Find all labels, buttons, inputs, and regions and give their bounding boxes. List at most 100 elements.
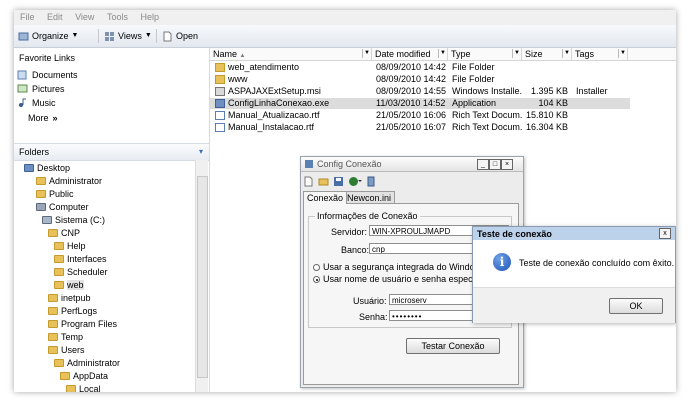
tree-item[interactable]: PerfLogs [48,305,97,317]
tree-item[interactable]: Help [54,240,86,252]
tree-item[interactable]: web [54,279,84,291]
favorite-pictures[interactable]: Pictures [17,82,65,95]
folder-icon [48,307,58,315]
file-row[interactable]: www 08/09/2010 14:42 File Folder [210,74,630,85]
tree-item[interactable]: Desktop [24,162,70,174]
favorites-more-link[interactable]: More » [28,111,58,124]
file-date: 21/05/2010 16:07 [376,122,447,132]
tree-item[interactable]: Computer [36,201,89,213]
file-date: 21/05/2010 16:06 [376,110,447,120]
tree-item[interactable]: Administrator [54,357,120,369]
tree-item[interactable]: Public [36,188,74,200]
computer-icon [36,203,46,211]
column-name[interactable]: Name ▲ ▼ [210,48,372,60]
scrollbar-thumb[interactable] [197,176,208,378]
ok-button[interactable]: OK [609,298,663,314]
tree-item[interactable]: CNP [48,227,80,239]
explorer-window: File Edit View Tools Help Organize ▼ Vie… [14,10,676,392]
tree-item[interactable]: inetpub [48,292,91,304]
close-button[interactable]: x [659,228,671,239]
menu-file[interactable]: File [20,10,35,25]
chevron-down-icon[interactable]: ▼ [512,49,521,58]
open-folder-icon[interactable] [318,176,329,187]
tree-item[interactable]: Temp [48,331,83,343]
file-size: 1.395 KB [530,86,568,96]
folder-icon [215,75,225,84]
tree-item-label: Administrator [49,176,103,186]
column-header-row: Name ▲ ▼ Date modified ▼ Type ▼ Size ▼ Tags ▼ [210,48,676,61]
views-button[interactable]: Views ▼ [104,29,152,43]
document-icon [215,123,225,132]
minimize-button[interactable]: _ [477,159,489,170]
tree-item[interactable]: Program Files [48,318,117,330]
file-name: web_atendimento [228,62,300,72]
column-type-label: Type [451,49,471,59]
tab-conexao[interactable]: Conexão [303,191,348,204]
exit-icon[interactable] [366,176,377,187]
menu-edit[interactable]: Edit [47,10,63,25]
user-password-radio[interactable] [313,276,320,283]
file-row[interactable]: Manual_Atualizacao.rtf 21/05/2010 16:06 Ri… [210,110,630,121]
tree-item[interactable]: Scheduler [54,266,108,278]
globe-icon[interactable] [348,176,362,187]
new-file-icon[interactable] [303,176,314,187]
folder-icon [54,268,64,276]
open-button[interactable]: Open [162,29,198,43]
maximize-button[interactable]: □ [489,159,501,170]
column-tags[interactable]: Tags ▼ [572,48,628,60]
tree-item[interactable]: Local [66,383,101,392]
favorite-documents[interactable]: Documents [17,68,78,81]
menu-help[interactable]: Help [140,10,159,25]
folder-icon [60,372,70,380]
info-icon: i [493,253,511,271]
folder-icon [48,333,58,341]
favorite-label: Pictures [32,83,65,94]
tree-item-label: Interfaces [67,254,107,264]
organize-button[interactable]: Organize ▼ [18,29,78,43]
chevron-down-icon[interactable]: ▼ [562,49,571,58]
column-tags-label: Tags [575,49,595,59]
tree-item-label: Temp [61,332,84,342]
chevron-down-icon[interactable]: ▼ [618,49,627,58]
save-icon[interactable] [333,176,344,187]
file-name: ASPAJAXExtSetup.msi [228,86,321,96]
tree-item[interactable]: Users [48,344,85,356]
tree-item-label: CNP [61,228,81,238]
test-connection-button[interactable]: Testar Conexão [406,338,500,354]
integrated-security-radio[interactable] [313,264,320,271]
tree-scrollbar[interactable] [195,160,208,392]
application-icon [215,99,225,108]
dialog-title-bar[interactable]: Config Conexão _ □ × [301,157,523,172]
group-title: Informações de Conexão [315,211,420,221]
file-row[interactable]: ConfigLinhaConexao.exe 11/03/2010 14:52 Ap… [210,98,630,109]
message-title-bar[interactable]: Teste de conexão x [473,227,675,240]
tree-item[interactable]: Sistema (C:) [42,214,105,226]
file-row[interactable]: web_atendimento 08/09/2010 14:42 File Fold… [210,62,630,73]
file-name: www [228,74,248,84]
chevron-down-icon[interactable]: ▼ [438,49,447,58]
column-name-label: Name [213,49,238,59]
tree-item[interactable]: Interfaces [54,253,107,265]
column-size[interactable]: Size ▼ [522,48,572,60]
installer-icon [215,87,225,96]
file-row[interactable]: ASPAJAXExtSetup.msi 08/09/2010 14:55 Windo… [210,86,630,97]
file-name: ConfigLinhaConexao.exe [228,98,330,108]
tree-item-label: Local [79,384,101,392]
dialog-title: Config Conexão [317,159,382,169]
file-type: Rich Text Docum... [452,122,522,132]
menu-tools[interactable]: Tools [107,10,128,25]
file-date: 11/03/2010 14:52 [376,98,446,108]
column-date[interactable]: Date modified ▼ [372,48,448,60]
folders-header[interactable]: Folders ▾ [14,143,209,161]
tree-item-label: Computer [49,202,89,212]
tree-item[interactable]: Administrator [36,175,102,187]
close-button[interactable]: × [501,159,513,170]
file-row[interactable]: Manual_Instalacao.rtf 21/05/2010 16:07 Ric… [210,122,630,133]
menu-view[interactable]: View [75,10,94,25]
sort-asc-icon: ▲ [239,53,246,59]
folder-icon [54,255,64,263]
chevron-down-icon[interactable]: ▼ [362,49,371,58]
favorite-music[interactable]: Music [17,96,56,109]
column-type[interactable]: Type ▼ [448,48,522,60]
tree-item[interactable]: AppData [60,370,108,382]
